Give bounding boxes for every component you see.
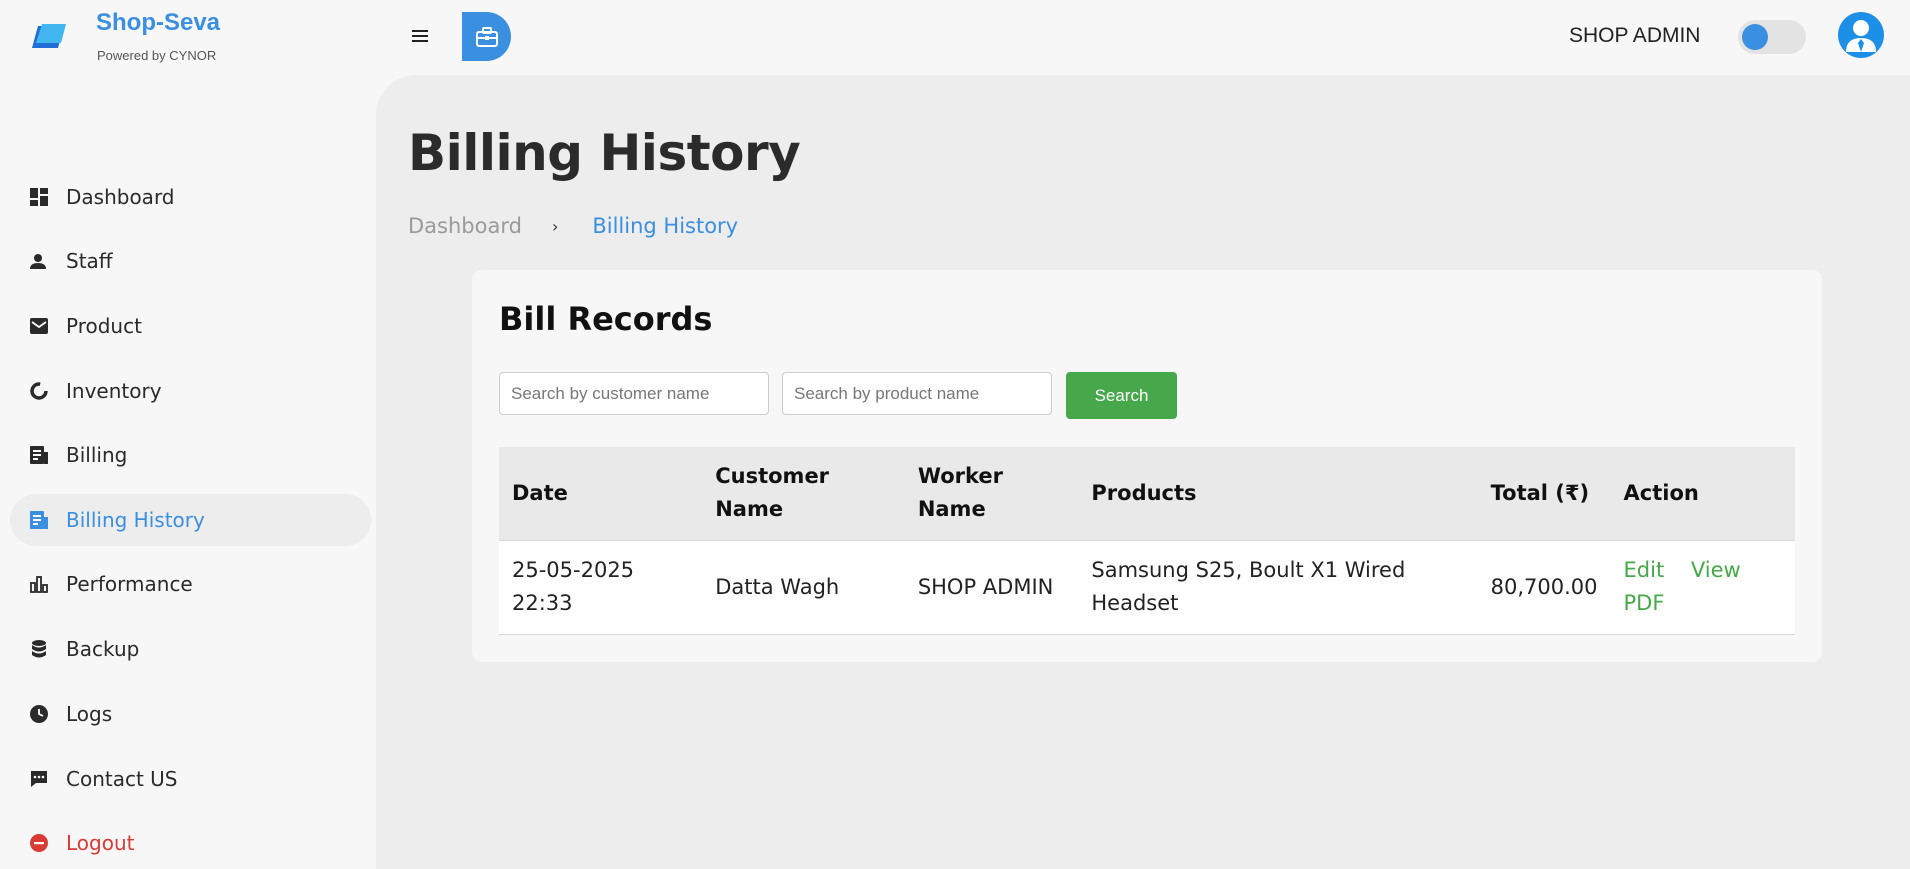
header-total-label: Total (₹) (1490, 480, 1590, 505)
briefcase-button[interactable] (462, 12, 511, 61)
sidebar-item-label: Staff (66, 249, 113, 273)
header-worker-line2: Name (917, 497, 986, 522)
products-line1: Samsung S25, Boult X1 Wired (1091, 558, 1406, 582)
cell-total: 80,700.00 (1477, 540, 1611, 635)
product-search-input[interactable] (782, 372, 1052, 415)
top-header: Shop-Seva Powered by CYNOR SHOP ADMIN (0, 0, 1910, 75)
view-pdf-line2: PDF (1623, 591, 1665, 615)
sidebar-item-label: Performance (66, 572, 193, 596)
brand-name[interactable]: Shop-Seva (96, 9, 220, 37)
cell-products: Samsung S25, Boult X1 Wired Headset (1078, 540, 1478, 635)
sidebar-item-label: Billing (66, 443, 128, 467)
sidebar-item-performance[interactable]: Performance (10, 558, 370, 610)
column-header-worker-name: Worker Name (904, 447, 1079, 541)
column-header-customer-name: Customer Name (702, 447, 905, 541)
column-header-products: Products (1078, 447, 1478, 541)
header-date-label: Date (512, 480, 568, 505)
sidebar-item-billing[interactable]: Billing (10, 429, 370, 481)
dashboard-grid-icon (28, 186, 50, 208)
donut-chart-icon (28, 380, 50, 402)
card-title: Bill Records (499, 300, 713, 338)
view-pdf-line1: View (1690, 558, 1741, 582)
header-customer-line1: Customer (715, 464, 830, 489)
search-button[interactable]: Search (1066, 372, 1177, 419)
breadcrumb-dashboard-link[interactable]: Dashboard (408, 214, 522, 238)
sidebar-item-label: Logout (66, 831, 135, 855)
sidebar: Dashboard Staff Product Inventory Billin… (0, 75, 376, 869)
date-value: 25-05-2025 (512, 558, 635, 582)
cell-action: Edit View PDF (1610, 540, 1795, 635)
envelope-box-icon (28, 315, 50, 337)
cell-date: 25-05-2025 22:33 (499, 540, 703, 635)
customer-name-value: Datta Wagh (715, 574, 840, 599)
table-header-row: Date Customer Name Worker Name Products … (499, 447, 1795, 541)
time-value: 22:33 (512, 591, 573, 615)
header-products-label: Products (1091, 480, 1197, 505)
cell-customer: Datta Wagh (702, 540, 905, 635)
sidebar-item-label: Dashboard (66, 185, 175, 209)
person-icon (28, 250, 50, 272)
products-line2: Headset (1091, 591, 1179, 615)
breadcrumb-current: Billing History (592, 214, 739, 238)
sidebar-item-label: Product (66, 314, 142, 338)
edit-link[interactable]: Edit (1624, 558, 1665, 582)
logout-icon (28, 832, 50, 854)
hamburger-menu-icon[interactable] (408, 24, 432, 48)
sidebar-item-product[interactable]: Product (10, 300, 370, 352)
shop-seva-logo-icon[interactable] (30, 22, 66, 52)
briefcase-icon (475, 26, 498, 47)
receipt-icon (28, 509, 50, 531)
clock-icon (28, 703, 50, 725)
page-title: Billing History (408, 124, 801, 182)
sidebar-item-staff[interactable]: Staff (10, 235, 370, 287)
sidebar-item-label: Inventory (66, 379, 162, 403)
user-avatar-icon[interactable] (1838, 12, 1884, 58)
sidebar-item-label: Billing History (66, 508, 205, 532)
header-action-label: Action (1623, 480, 1699, 505)
sidebar-item-contact-us[interactable]: Contact US (10, 753, 370, 805)
brand-subtitle: Powered by CYNOR (97, 48, 217, 63)
sidebar-item-label: Contact US (66, 767, 178, 791)
sidebar-item-backup[interactable]: Backup (10, 623, 370, 675)
theme-toggle[interactable] (1738, 20, 1806, 54)
sidebar-item-label: Logs (66, 702, 113, 726)
toggle-knob (1742, 24, 1768, 50)
worker-name-value: SHOP ADMIN (917, 574, 1054, 599)
sidebar-item-logs[interactable]: Logs (10, 688, 370, 740)
sidebar-item-label: Backup (66, 637, 140, 661)
bar-chart-icon (28, 573, 50, 595)
chevron-right-icon: › (551, 216, 559, 236)
header-customer-line2: Name (715, 497, 784, 522)
cell-worker: SHOP ADMIN (904, 540, 1079, 635)
header-worker-line1: Worker (917, 464, 1004, 489)
sidebar-item-logout[interactable]: Logout (10, 817, 370, 869)
breadcrumb: Dashboard › Billing History (408, 212, 738, 240)
receipt-icon (28, 444, 50, 466)
column-header-total: Total (₹) (1477, 447, 1611, 541)
table-row: 25-05-2025 22:33 Datta Wagh SHOP ADMIN S… (499, 540, 1795, 635)
sidebar-item-billing-history[interactable]: Billing History (10, 494, 371, 546)
customer-search-input[interactable] (499, 372, 769, 415)
user-role-label: SHOP ADMIN (1569, 24, 1701, 47)
sidebar-item-inventory[interactable]: Inventory (10, 365, 370, 417)
column-header-action: Action (1610, 447, 1795, 541)
total-value: 80,700.00 (1490, 574, 1598, 599)
bill-records-table: Date Customer Name Worker Name Products … (499, 447, 1795, 635)
column-header-date: Date (499, 447, 703, 541)
chat-icon (28, 768, 50, 790)
database-icon (28, 638, 50, 660)
sidebar-item-dashboard[interactable]: Dashboard (10, 171, 370, 223)
